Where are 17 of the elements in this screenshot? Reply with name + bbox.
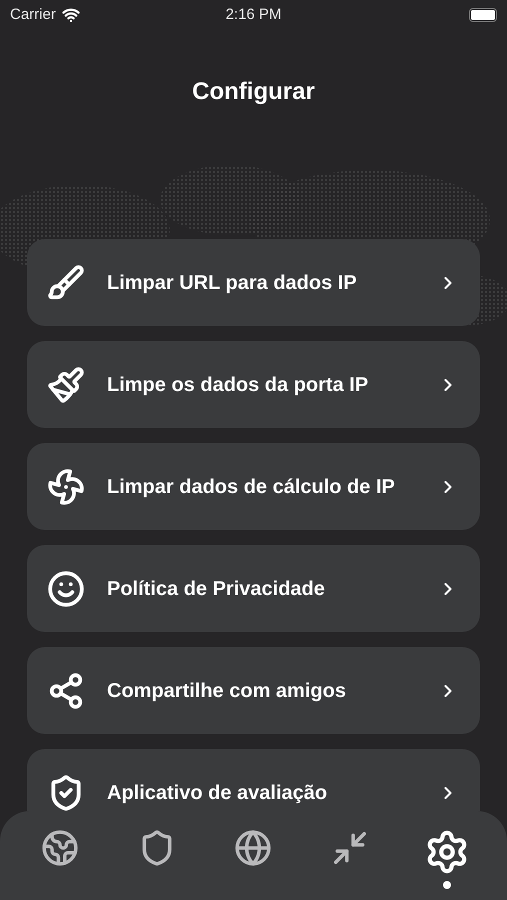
globe-icon — [234, 829, 272, 867]
carrier-label: Carrier — [10, 4, 56, 25]
smile-icon — [47, 570, 85, 608]
page-title: Configurar — [192, 77, 315, 107]
settings-row[interactable]: Limpe os dados da porta IP — [27, 341, 480, 428]
settings-row[interactable]: Política de Privacidade — [27, 545, 480, 632]
settings-row[interactable]: Limpar dados de cálculo de IP — [27, 443, 480, 530]
wifi-icon — [62, 6, 80, 24]
battery-icon — [469, 8, 497, 22]
settings-row[interactable]: Compartilhe com amigos — [27, 647, 480, 734]
pinwheel-icon — [47, 468, 85, 506]
status-time: 2:16 PM — [226, 4, 282, 25]
brush-icon — [47, 366, 85, 404]
settings-row[interactable]: Limpar URL para dados IP — [27, 239, 480, 326]
settings-row[interactable]: Aplicativo de avaliação — [27, 749, 480, 811]
globe-icon — [41, 829, 80, 867]
share-icon — [47, 672, 85, 710]
